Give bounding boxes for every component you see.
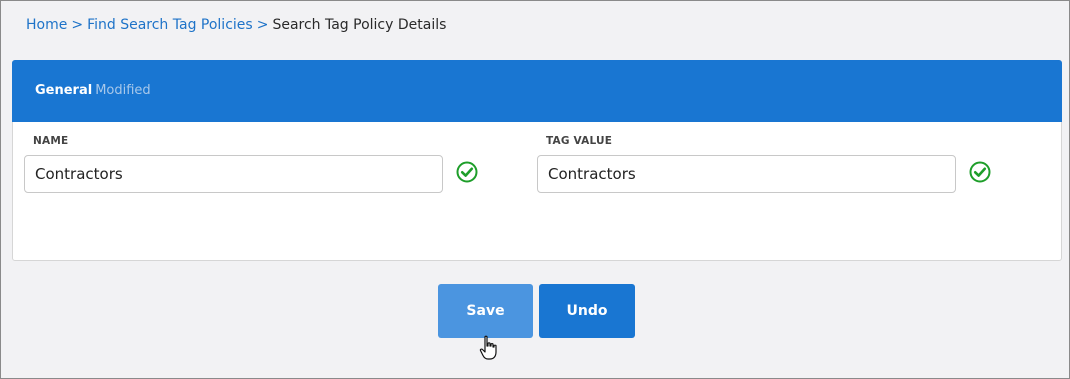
breadcrumb-home-link[interactable]: Home <box>26 17 67 33</box>
undo-button[interactable]: Undo <box>539 284 635 338</box>
hand-pointer-icon <box>479 335 497 360</box>
breadcrumb-find-link[interactable]: Find Search Tag Policies <box>87 17 253 33</box>
name-valid-check-icon <box>456 161 478 183</box>
save-button[interactable]: Save <box>438 284 533 338</box>
panel-title: General Modified <box>35 83 151 98</box>
breadcrumb-separator: > <box>256 17 269 33</box>
general-panel: GeneralModified NAME TAG VALUE <box>12 60 1062 261</box>
breadcrumb-current: Search Tag Policy Details <box>272 17 447 33</box>
name-input[interactable] <box>24 155 443 193</box>
tag-value-input[interactable] <box>537 155 956 193</box>
window-frame: Home > Find Search Tag Policies > Search Tag… <box>0 0 1070 379</box>
panel-title-label: General <box>35 83 93 98</box>
tag-value-valid-check-icon <box>969 161 991 183</box>
breadcrumb-separator: > <box>71 17 84 33</box>
tag-value-label: TAG VALUE <box>546 135 613 147</box>
panel-header: General Modified <box>12 60 1062 122</box>
breadcrumb: Home > Find Search Tag Policies > Search Tag… <box>26 17 446 33</box>
name-label: NAME <box>33 135 69 147</box>
panel-status: Modified <box>95 83 151 98</box>
